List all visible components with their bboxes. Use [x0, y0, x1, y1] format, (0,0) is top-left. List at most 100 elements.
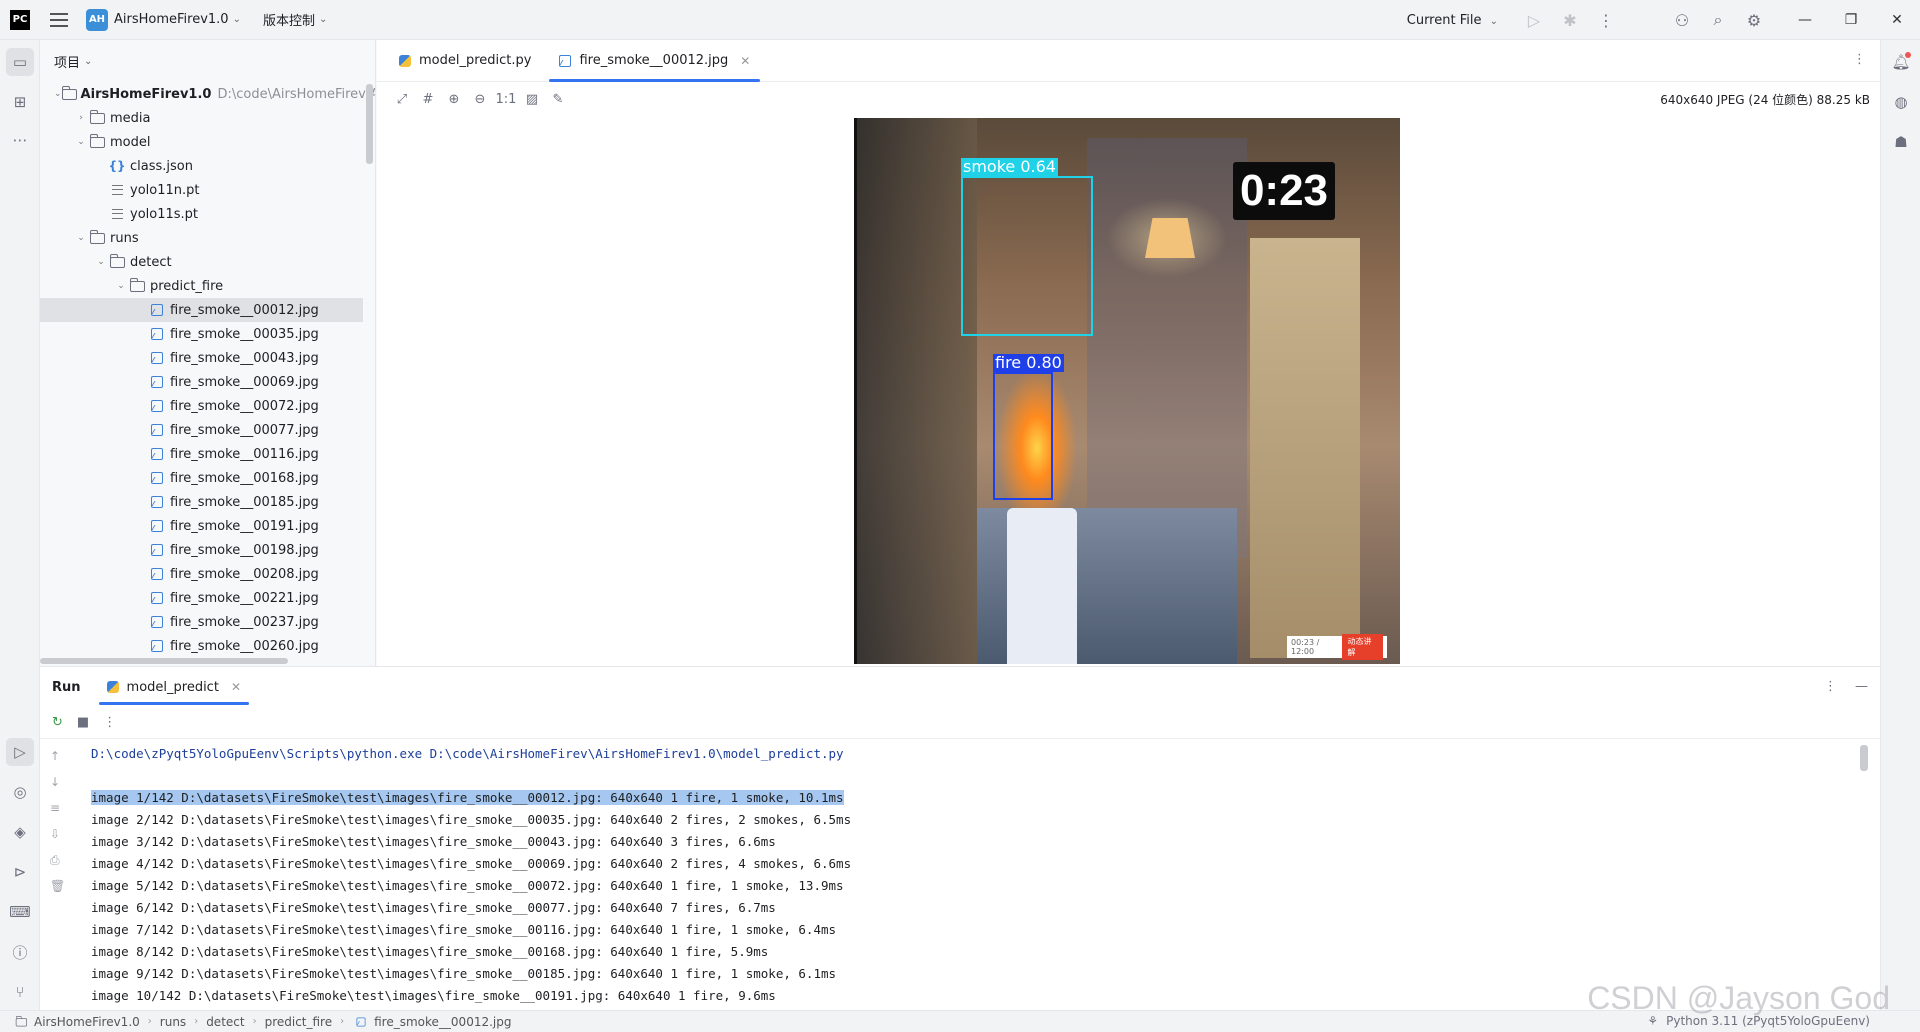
chevron-down-icon[interactable]: ⌄ [74, 137, 88, 147]
breadcrumb-item[interactable]: fire_smoke__00012.jpg [374, 1015, 511, 1029]
main-menu-icon[interactable] [50, 12, 68, 27]
tree-root[interactable]: ⌄ AirsHomeFirev1.0 D:\code\AirsHomeFirev… [40, 82, 375, 106]
tree-item[interactable]: fire_smoke__00072.jpg [40, 394, 375, 418]
run-more-icon[interactable]: ⋮ [1824, 679, 1837, 694]
stop-icon[interactable]: ■ [77, 715, 89, 730]
tree-item[interactable]: fire_smoke__00035.jpg [40, 322, 375, 346]
tree-item[interactable]: ⌄ model [40, 130, 375, 154]
scroll-to-end-icon[interactable]: ⇩ [50, 827, 60, 841]
tree-item[interactable]: yolo11n.pt [40, 178, 375, 202]
close-window-button[interactable]: ✕ [1874, 0, 1920, 40]
project-folder-icon[interactable]: ▭ [6, 48, 34, 76]
tree-item[interactable]: {} class.json [40, 154, 375, 178]
structure-icon[interactable]: ⊞ [6, 88, 34, 116]
console-line-text: image 4/142 D:\datasets\FireSmoke\test\i… [91, 856, 852, 871]
tree-item[interactable]: fire_smoke__00237.jpg [40, 610, 375, 634]
tree-item[interactable]: fire_smoke__00198.jpg [40, 538, 375, 562]
search-icon[interactable]: ⌕ [1700, 0, 1736, 40]
git-branch-icon[interactable]: ⑂ [6, 978, 34, 1006]
hide-panel-icon[interactable]: — [1855, 679, 1868, 694]
print-icon[interactable]: ⎙ [50, 853, 60, 868]
chevron-down-icon[interactable]: ⌄ [319, 14, 327, 25]
tree-item[interactable]: fire_smoke__00069.jpg [40, 370, 375, 394]
breadcrumb-item[interactable]: AirsHomeFirev1.0 [34, 1015, 140, 1029]
color-picker-icon[interactable]: ✎ [545, 86, 571, 112]
rerun-icon[interactable]: ↻ [52, 715, 63, 730]
tree-item[interactable]: ⌄ predict_fire [40, 274, 375, 298]
services-icon[interactable]: ⊳ [6, 858, 34, 886]
tree-item[interactable]: ⌄ detect [40, 250, 375, 274]
tree-item[interactable]: yolo11s.pt [40, 202, 375, 226]
chevron-right-icon[interactable]: › [74, 113, 88, 123]
copilot-icon[interactable]: ☗ [1887, 128, 1915, 156]
run-tool-icon[interactable]: ▷ [6, 738, 34, 766]
debug-icon[interactable]: ✱ [1552, 0, 1588, 40]
tree-item[interactable]: fire_smoke__00191.jpg [40, 514, 375, 538]
tree-item[interactable]: fire_smoke__00221.jpg [40, 586, 375, 610]
tabs-more-icon[interactable]: ⋮ [1853, 52, 1866, 67]
layers-icon[interactable]: ◈ [6, 818, 34, 846]
chevron-down-icon[interactable]: ⌄ [74, 233, 88, 243]
soft-wrap-icon[interactable]: ≡ [50, 801, 60, 815]
grid-toggle-icon[interactable]: # [415, 86, 441, 112]
breadcrumb-item[interactable]: predict_fire [265, 1015, 333, 1029]
run-config-selector[interactable]: Current File ⌄ [1407, 13, 1498, 28]
project-panel-header[interactable]: 项目 ⌄ [40, 40, 375, 82]
tab-model-predict[interactable]: model_predict.py [385, 40, 545, 81]
ai-assistant-icon[interactable]: ◍ [1887, 88, 1915, 116]
tree-item[interactable]: fire_smoke__00168.jpg [40, 466, 375, 490]
console-line: D:\code\zPyqt5YoloGpuEenv\Scripts\python… [91, 743, 1840, 765]
breadcrumb-item[interactable]: runs [160, 1015, 186, 1029]
tree-item[interactable]: ⌄ runs [40, 226, 375, 250]
tree-item[interactable]: fire_smoke__00185.jpg [40, 490, 375, 514]
zoom-out-icon[interactable]: ⊖ [467, 86, 493, 112]
chevron-down-icon[interactable]: ⌄ [114, 281, 128, 291]
problems-icon[interactable]: ⓘ [6, 938, 34, 966]
run-icon[interactable]: ▷ [1516, 0, 1552, 40]
console-scrollbar[interactable] [1860, 745, 1868, 771]
run-options-icon[interactable]: ⋮ [103, 715, 116, 730]
fit-to-window-icon[interactable]: ⤢ [389, 86, 415, 112]
actual-size-button[interactable]: 1:1 [493, 86, 519, 112]
close-tab-icon[interactable]: ✕ [740, 54, 750, 68]
text-file-icon [108, 206, 126, 222]
scroll-up-icon[interactable]: ↑ [50, 749, 60, 763]
image-file-icon [148, 374, 166, 390]
terminal-icon[interactable]: ⌨ [6, 898, 34, 926]
tree-item[interactable]: fire_smoke__00043.jpg [40, 346, 375, 370]
console-line-text: image 10/142 D:\datasets\FireSmoke\test\… [91, 988, 776, 1003]
more-tools-icon[interactable]: ⋯ [6, 126, 34, 154]
image-file-icon [148, 470, 166, 486]
maximize-button[interactable]: ❐ [1828, 0, 1874, 40]
breadcrumb-item[interactable]: detect [206, 1015, 244, 1029]
run-tab-model-predict[interactable]: model_predict ✕ [98, 667, 250, 707]
project-selector[interactable]: AirsHomeFirev1.0 [114, 12, 229, 27]
tree-item[interactable]: fire_smoke__00260.jpg [40, 634, 375, 658]
tree-horizontal-scrollbar[interactable] [40, 658, 288, 664]
close-tab-icon[interactable]: ✕ [231, 680, 241, 694]
background-toggle-icon[interactable]: ▨ [519, 86, 545, 112]
project-badge[interactable]: AH [86, 8, 108, 31]
more-actions-icon[interactable]: ⋮ [1588, 0, 1624, 40]
tree-vertical-scrollbar[interactable] [366, 84, 373, 164]
tree-item[interactable]: fire_smoke__00208.jpg [40, 562, 375, 586]
python-console-icon[interactable]: ◎ [6, 778, 34, 806]
zoom-in-icon[interactable]: ⊕ [441, 86, 467, 112]
tree-item[interactable]: › media [40, 106, 375, 130]
tree-item[interactable]: fire_smoke__00116.jpg [40, 442, 375, 466]
tree-item[interactable]: fire_smoke__00012.jpg [40, 298, 363, 322]
scroll-down-icon[interactable]: ↓ [50, 775, 60, 789]
console-output[interactable]: D:\code\zPyqt5YoloGpuEenv\Scripts\python… [91, 743, 1840, 1010]
notifications-bell-icon[interactable]: 🔔︎ [1887, 48, 1915, 76]
add-user-icon[interactable]: ⚇ [1664, 0, 1700, 40]
chevron-down-icon[interactable]: ⌄ [84, 56, 92, 67]
chevron-down-icon[interactable]: ⌄ [54, 89, 62, 99]
clear-trash-icon[interactable]: 🗑︎ [50, 879, 65, 893]
tab-fire-smoke-image[interactable]: fire_smoke__00012.jpg ✕ [545, 40, 764, 82]
tree-item[interactable]: fire_smoke__00077.jpg [40, 418, 375, 442]
vcs-menu[interactable]: 版本控制 [263, 10, 315, 29]
settings-gear-icon[interactable]: ⚙ [1736, 0, 1772, 40]
chevron-down-icon[interactable]: ⌄ [233, 14, 241, 25]
chevron-down-icon[interactable]: ⌄ [94, 257, 108, 267]
minimize-button[interactable]: — [1782, 0, 1828, 40]
